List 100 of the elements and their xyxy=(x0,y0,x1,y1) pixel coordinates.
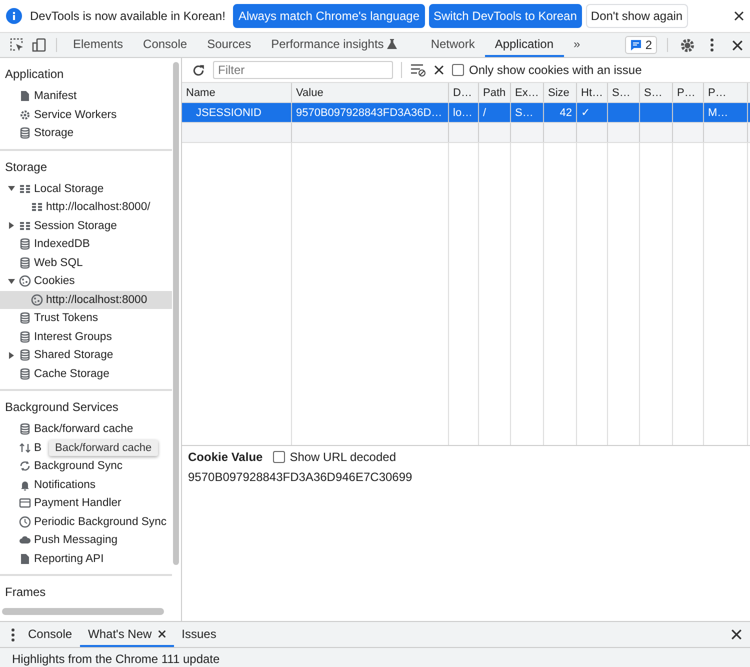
sidebar-item[interactable]: Cookies xyxy=(0,272,172,290)
database-icon xyxy=(19,127,31,140)
panel-title: Cookie Value xyxy=(188,450,263,464)
sidebar-item[interactable]: Session Storage xyxy=(0,216,172,235)
column-header[interactable]: Size xyxy=(544,83,577,102)
expanded-arrow-icon[interactable] xyxy=(8,278,15,285)
checkbox-label: Show URL decoded xyxy=(290,450,396,464)
panel-tab[interactable]: Application xyxy=(484,33,564,57)
database-icon xyxy=(19,312,31,324)
section-heading: Background Services xyxy=(4,399,120,416)
checkbox-label: Only show cookies with an issue xyxy=(469,63,642,77)
table-cell: lo… xyxy=(453,106,473,118)
checkbox[interactable] xyxy=(272,451,285,463)
drawer-tab[interactable]: Issues xyxy=(174,622,224,647)
infobar-message: DevTools is now available in Korean! xyxy=(30,9,226,23)
database-icon xyxy=(19,368,31,380)
sidebar-item[interactable]: Manifest xyxy=(0,87,172,106)
up-down-arrows-icon xyxy=(19,442,31,454)
sidebar-item[interactable]: Web SQL xyxy=(0,254,172,272)
scrollbar[interactable] xyxy=(2,608,164,615)
drawer-tab[interactable]: Console xyxy=(20,622,80,647)
expanded-arrow-icon[interactable] xyxy=(8,185,15,192)
column-header[interactable]: S… xyxy=(640,83,673,102)
table-cell: / xyxy=(483,106,486,118)
sidebar-item[interactable]: Periodic Background Sync xyxy=(0,512,172,531)
issues-button[interactable]: 2 xyxy=(625,36,657,54)
sidebar-item[interactable]: Storage xyxy=(0,124,172,142)
document-icon xyxy=(19,552,31,565)
info-icon xyxy=(6,8,22,24)
panel-tab[interactable]: Console xyxy=(133,33,198,57)
infobar-button[interactable]: Always match Chrome's language xyxy=(233,4,424,28)
clear-icon[interactable] xyxy=(434,65,444,75)
section-heading: Storage xyxy=(4,158,48,176)
sidebar-item[interactable]: Trust Tokens xyxy=(0,309,172,328)
grid-icon xyxy=(19,220,31,232)
sidebar-item[interactable]: B Back/forward cache xyxy=(0,438,172,457)
column-header[interactable]: S… xyxy=(608,83,640,102)
tooltip: Back/forward cache xyxy=(49,440,158,456)
cookie-value: 9570B097928843FD3A36D946E7C30699 xyxy=(188,470,414,484)
sidebar-item[interactable]: Payment Handler xyxy=(0,494,172,512)
sync-icon xyxy=(19,460,31,472)
panel-tab[interactable]: Performance insights xyxy=(261,33,407,57)
sidebar-item[interactable]: Service Workers xyxy=(0,106,172,124)
grid-icon xyxy=(19,182,31,195)
database-icon xyxy=(19,256,31,269)
table-cell: S… xyxy=(515,106,534,118)
refresh-icon[interactable] xyxy=(192,64,205,76)
panel-tab[interactable]: Sources xyxy=(197,33,262,57)
document-icon xyxy=(19,90,31,102)
table-cell-text: JSESSIONID xyxy=(195,106,262,118)
section-heading: Application xyxy=(4,66,65,83)
collapsed-arrow-icon[interactable] xyxy=(8,352,15,359)
cloud-icon xyxy=(19,534,31,546)
sidebar-item[interactable]: http://localhost:8000/ xyxy=(0,198,172,216)
table-cell: 9570B097928843FD3A36D… xyxy=(296,106,442,118)
panel-tab[interactable]: Elements xyxy=(63,33,134,57)
column-header[interactable]: P… xyxy=(673,83,704,102)
bell-icon xyxy=(19,478,31,491)
more-tabs-button[interactable]: » xyxy=(564,33,590,57)
collapsed-arrow-icon[interactable] xyxy=(8,222,15,230)
sidebar-item[interactable]: Background Sync xyxy=(0,457,172,476)
clear-filtered-icon[interactable] xyxy=(410,63,426,77)
close-icon[interactable] xyxy=(158,630,166,638)
sidebar-item[interactable]: Shared Storage xyxy=(0,346,172,364)
filter-field[interactable]: Filter xyxy=(213,61,393,79)
sidebar-item[interactable]: IndexedDB xyxy=(0,235,172,254)
column-header[interactable]: Path xyxy=(479,83,511,102)
column-header[interactable]: Ht… xyxy=(577,83,608,102)
cookie-icon xyxy=(31,294,43,306)
message-icon xyxy=(630,39,642,51)
sidebar-item[interactable]: Notifications xyxy=(0,476,172,494)
column-header[interactable]: Ex… xyxy=(511,83,544,102)
database-icon xyxy=(19,238,31,250)
sidebar-item[interactable]: Back/forward cache xyxy=(0,420,172,438)
infobar-button[interactable]: Switch DevTools to Korean xyxy=(428,4,582,28)
sidebar-item[interactable]: Reporting API xyxy=(0,550,172,568)
table-row[interactable]: JSESSIONID 9570B097928843FD3A36D… lo… / S… 42 ✓ M… xyxy=(182,103,750,123)
sidebar-item[interactable]: Local Storage xyxy=(0,180,172,198)
database-icon xyxy=(19,423,31,436)
grid-icon xyxy=(31,201,43,214)
section-heading: Frames xyxy=(4,584,47,601)
column-header[interactable]: D… xyxy=(449,83,479,102)
sidebar-item[interactable]: Push Messaging xyxy=(0,531,172,550)
infobar-button[interactable]: Don't show again xyxy=(586,4,688,28)
database-icon xyxy=(19,330,31,343)
checkbox[interactable] xyxy=(452,64,464,76)
drawer-text: Highlights from the Chrome 111 update xyxy=(12,652,220,666)
column-header[interactable]: Value xyxy=(292,83,449,102)
column-header[interactable]: P… xyxy=(704,83,748,102)
cookie-icon xyxy=(19,275,31,288)
sidebar-item[interactable]: Interest Groups xyxy=(0,328,172,346)
column-header[interactable]: Name xyxy=(182,83,292,102)
close-button[interactable] xyxy=(734,11,744,21)
database-icon xyxy=(19,349,31,362)
card-icon xyxy=(19,497,31,510)
table-cell: ✓ xyxy=(581,106,590,119)
panel-tab[interactable]: Network xyxy=(420,33,485,57)
sidebar-item[interactable]: Cache Storage xyxy=(0,364,172,383)
scrollbar[interactable] xyxy=(173,62,179,565)
sidebar-item[interactable]: http://localhost:8000 xyxy=(0,290,172,309)
